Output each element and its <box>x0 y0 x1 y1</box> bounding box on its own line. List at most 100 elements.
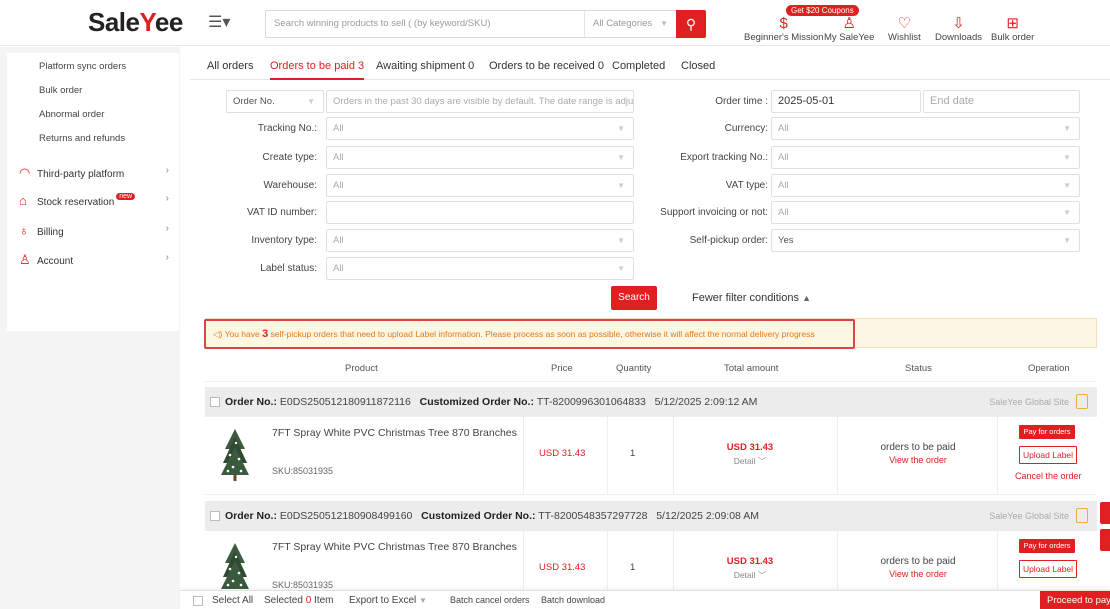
new-badge: new <box>116 193 136 200</box>
upload-label-button[interactable]: Upload Label <box>1019 446 1077 464</box>
export-tracking-select[interactable]: All ▼ <box>771 146 1080 169</box>
sidebar-item-bulk-order[interactable]: Bulk order <box>39 85 82 96</box>
sidebar-item-account[interactable]: ♙ Account › <box>19 252 179 268</box>
beginners-mission-link[interactable]: $ Beginner's Mission <box>744 14 823 43</box>
select-all-checkbox[interactable] <box>193 596 203 606</box>
order-no-type-select[interactable]: Order No. ▼ <box>226 90 324 113</box>
fewer-filters-toggle[interactable]: Fewer filter conditions ▲ <box>692 292 811 304</box>
user-icon: ♙ <box>842 15 856 32</box>
pay-for-orders-button[interactable]: Pay for orders <box>1019 539 1075 553</box>
product-name[interactable]: 7FT Spray White PVC Christmas Tree 870 B… <box>272 541 517 553</box>
downloads-link[interactable]: ⇩ Downloads <box>935 14 982 43</box>
sidebar-menu: Platform sync orders Bulk order Abnormal… <box>7 53 179 331</box>
download-icon: ⇩ <box>952 15 965 32</box>
tab-orders-to-be-received[interactable]: Orders to be received 0 <box>489 60 604 72</box>
sidebar: Platform sync orders Bulk order Abnormal… <box>0 47 180 609</box>
category-select[interactable]: All Categories ▼ <box>584 11 676 37</box>
cancel-order-link[interactable]: Cancel the order <box>1015 471 1082 481</box>
self-pickup-select[interactable]: Yes ▼ <box>771 229 1080 252</box>
quantity: 1 <box>630 448 636 459</box>
select-all-label[interactable]: Select All <box>212 595 253 606</box>
speaker-icon: ◁) <box>213 329 223 339</box>
sidebar-item-billing[interactable]: ♁ Billing › <box>19 223 179 238</box>
currency-select[interactable]: All ▼ <box>771 117 1080 140</box>
side-float-button[interactable] <box>1100 502 1110 524</box>
create-type-select[interactable]: All ▼ <box>326 146 634 169</box>
sidebar-item-third-party[interactable]: ◠ Third-party platform › <box>19 165 179 181</box>
order-checkbox[interactable] <box>210 397 220 407</box>
col-price: Price <box>551 363 573 374</box>
tab-orders-to-be-paid[interactable]: Orders to be paid 3 <box>270 60 365 80</box>
my-saleyee-link[interactable]: ♙ My SaleYee <box>824 14 874 43</box>
order-header: Order No.: E0DS250512180908499160 Custom… <box>205 501 1097 531</box>
order-status: orders to be paid <box>880 442 956 453</box>
filter-search-button[interactable]: Search <box>611 286 657 310</box>
support-invoicing-label: Support invoicing or not: <box>660 207 768 218</box>
vat-type-select[interactable]: All ▼ <box>771 174 1080 197</box>
chevron-down-icon: ▼ <box>617 153 625 162</box>
pay-for-orders-button[interactable]: Pay for orders <box>1019 425 1075 439</box>
search-button[interactable]: ⚲ <box>676 10 706 38</box>
tab-awaiting-shipment[interactable]: Awaiting shipment 0 <box>376 60 474 72</box>
selected-count: Selected 0 Item <box>264 595 334 606</box>
chevron-down-icon: ▼ <box>1063 236 1071 245</box>
search-bar: Search winning products to sell ( (by ke… <box>265 10 706 38</box>
sidebar-item-returns[interactable]: Returns and refunds <box>39 133 125 144</box>
category-menu-icon[interactable]: ☰▾ <box>208 14 230 32</box>
detail-toggle[interactable]: Detail ﹀ <box>675 569 825 581</box>
product-image[interactable] <box>221 541 249 595</box>
vat-id-label: VAT ID number: <box>246 207 317 218</box>
chevron-down-icon: ﹀ <box>757 570 767 580</box>
total-amount: USD 31.43 <box>726 442 774 453</box>
tab-closed[interactable]: Closed <box>681 60 715 72</box>
tab-completed[interactable]: Completed <box>612 60 665 72</box>
product-sku: SKU:85031935 <box>272 466 334 476</box>
chevron-down-icon: ▼ <box>617 124 625 133</box>
product-name[interactable]: 7FT Spray White PVC Christmas Tree 870 B… <box>272 427 517 439</box>
sidebar-item-stock-reservation[interactable]: ⌂ Stock reservationnew › <box>19 193 179 208</box>
sidebar-item-platform-sync[interactable]: Platform sync orders <box>39 61 126 72</box>
product-image[interactable] <box>221 427 249 481</box>
upload-label-button[interactable]: Upload Label <box>1019 560 1077 578</box>
col-status: Status <box>905 363 932 374</box>
order-no-input[interactable]: Orders in the past 30 days are visible b… <box>326 90 634 113</box>
vat-id-input[interactable] <box>326 201 634 224</box>
product-sku: SKU:85031935 <box>272 580 334 590</box>
export-excel-dropdown[interactable]: Export to Excel ▼ <box>349 595 427 606</box>
detail-toggle[interactable]: Detail ﹀ <box>675 455 825 467</box>
order-info: Order No.: E0DS250512180911872116 Custom… <box>225 396 758 408</box>
currency-label: Currency: <box>724 123 768 134</box>
side-float-button[interactable] <box>1100 529 1110 551</box>
chevron-right-icon: › <box>165 193 169 204</box>
chevron-down-icon: ▼ <box>307 97 315 106</box>
batch-cancel-button[interactable]: Batch cancel orders <box>450 595 530 605</box>
document-icon[interactable] <box>1076 394 1088 409</box>
batch-download-button[interactable]: Batch download <box>541 595 605 605</box>
account-icon: ♙ <box>19 252 31 267</box>
tab-all-orders[interactable]: All orders <box>207 60 253 72</box>
inventory-type-select[interactable]: All ▼ <box>326 229 634 252</box>
search-input[interactable]: Search winning products to sell ( (by ke… <box>274 18 490 29</box>
proceed-to-pay-button[interactable]: Proceed to pay <box>1040 591 1110 609</box>
order-time-end-input[interactable]: End date <box>923 90 1080 113</box>
label-status-label: Label status: <box>260 263 317 274</box>
order-time-start-input[interactable]: 2025-05-01 <box>771 90 921 113</box>
wishlist-link[interactable]: ♡ Wishlist <box>888 14 921 43</box>
notice-text: ◁) You have 3 self-pickup orders that ne… <box>213 328 815 340</box>
tracking-no-select[interactable]: All ▼ <box>326 117 634 140</box>
view-order-link[interactable]: View the order <box>838 455 998 465</box>
support-invoicing-select[interactable]: All ▼ <box>771 201 1080 224</box>
label-status-select[interactable]: All ▼ <box>326 257 634 280</box>
sidebar-item-abnormal-order[interactable]: Abnormal order <box>39 109 104 120</box>
view-order-link[interactable]: View the order <box>838 569 998 579</box>
warehouse-label: Warehouse: <box>263 180 317 191</box>
saleyee-logo[interactable]: SaleYee <box>88 8 183 36</box>
document-icon[interactable] <box>1076 508 1088 523</box>
warehouse-select[interactable]: All ▼ <box>326 174 634 197</box>
bulk-order-link[interactable]: ⊞ Bulk order <box>991 14 1034 43</box>
chevron-down-icon: ▼ <box>1063 153 1071 162</box>
order-header: Order No.: E0DS250512180911872116 Custom… <box>205 387 1097 417</box>
tracking-no-label: Tracking No.: <box>257 123 317 134</box>
order-row: 7FT Spray White PVC Christmas Tree 870 B… <box>205 417 1097 495</box>
order-checkbox[interactable] <box>210 511 220 521</box>
